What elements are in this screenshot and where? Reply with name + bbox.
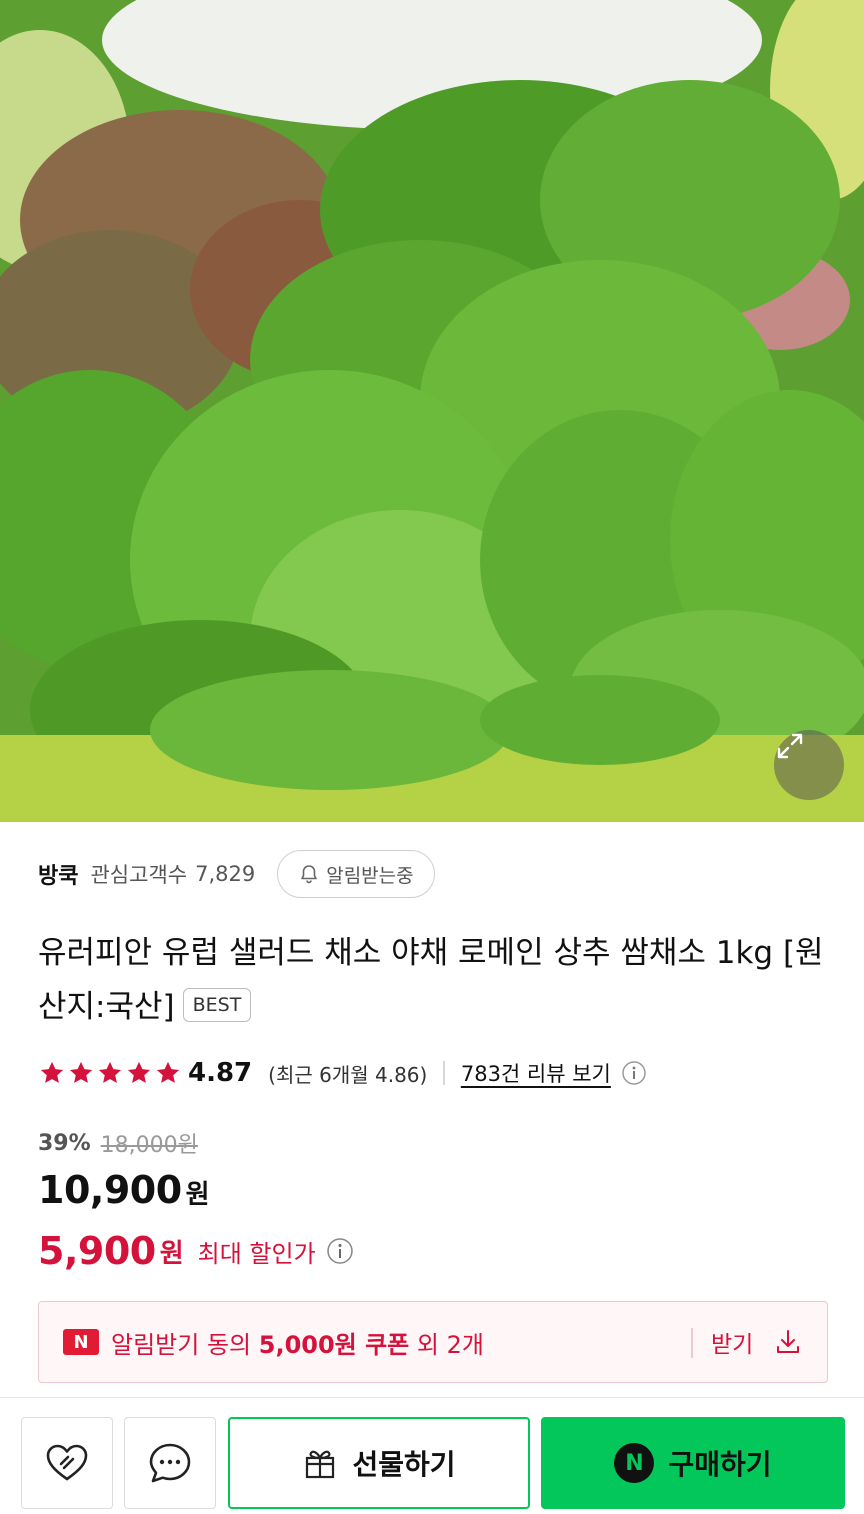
star-icon (40, 1061, 64, 1083)
rating-score: 4.87 (188, 1058, 253, 1088)
best-badge: BEST (182, 987, 252, 1022)
coupon-get-button[interactable]: 받기 (711, 1302, 803, 1382)
buy-label: 구매하기 (668, 1448, 772, 1481)
star-icon (69, 1061, 93, 1083)
bell-icon (301, 865, 318, 884)
coupon-text-suffix: 외 2개 (409, 1330, 484, 1359)
info-icon[interactable] (621, 1060, 647, 1086)
chat-button[interactable] (124, 1417, 216, 1509)
discount-rate: 39% (38, 1130, 91, 1156)
coupon-text-prefix: 알림받기 동의 (111, 1330, 259, 1359)
recent-rating: (최근 6개월 4.86) (268, 1062, 428, 1087)
interest-count: 7,829 (195, 862, 256, 886)
gift-label: 선물하기 (352, 1448, 456, 1481)
product-image[interactable] (0, 0, 864, 822)
product-title: 유러피안 유럽 샐러드 채소 야채 로메인 상추 쌈채소 1kg [원산지:국산… (38, 926, 828, 1034)
coupon-get-label: 받기 (711, 1332, 754, 1358)
sale-price-row: 10,900 원 (38, 1168, 210, 1216)
star-icon (127, 1061, 151, 1083)
info-icon[interactable] (326, 1237, 354, 1265)
max-discount-label: 최대 할인가 (197, 1239, 316, 1268)
buy-button[interactable]: N 구매하기 (541, 1417, 845, 1509)
seller-row: 방쿡 관심고객수 7,829 알림받는중 (38, 850, 435, 898)
product-title-text: 유러피안 유럽 샐러드 채소 야채 로메인 상추 쌈채소 1kg [원산지:국산… (38, 935, 824, 1025)
coupon-banner[interactable]: N 알림받기 동의 5,000원 쿠폰 외 2개 받기 (38, 1301, 828, 1383)
coupon-text: 알림받기 동의 5,000원 쿠폰 외 2개 (111, 1325, 484, 1360)
wishlist-button[interactable] (21, 1417, 113, 1509)
interest-label: 관심고객수 (90, 863, 188, 887)
expand-icon (777, 733, 803, 759)
alarm-button[interactable]: 알림받는중 (277, 850, 435, 898)
review-link[interactable]: 783건 리뷰 보기 (461, 1058, 611, 1088)
divider (443, 1061, 445, 1085)
max-discount-unit: 원 (159, 1238, 184, 1269)
discount-row: 39% 18,000원 (38, 1126, 198, 1160)
max-discount-price: 5,900 (38, 1229, 156, 1273)
lettuce-photo (0, 0, 864, 822)
star-icon (98, 1061, 122, 1083)
star-icon (156, 1061, 180, 1083)
naver-pay-badge: N (614, 1443, 655, 1483)
store-name[interactable]: 방쿡 (38, 858, 78, 890)
coupon-amount: 5,000원 쿠폰 (258, 1330, 410, 1359)
divider (691, 1328, 693, 1358)
heart-icon (46, 1444, 88, 1481)
star-rating (38, 1059, 182, 1087)
max-discount-row: 5,900 원 최대 할인가 (38, 1226, 354, 1276)
divider (0, 1397, 864, 1398)
alarm-label: 알림받는중 (326, 864, 414, 887)
naver-badge: N (63, 1329, 99, 1355)
gift-button[interactable]: 선물하기 (228, 1417, 530, 1509)
rating-row: 4.87 (최근 6개월 4.86) 783건 리뷰 보기 (38, 1052, 647, 1094)
chat-icon (149, 1443, 191, 1483)
sale-price-unit: 원 (185, 1180, 210, 1210)
download-icon (777, 1330, 800, 1353)
expand-button[interactable] (774, 730, 844, 800)
original-price: 18,000원 (100, 1133, 198, 1158)
gift-icon (306, 1450, 335, 1479)
sale-price: 10,900 (38, 1168, 182, 1212)
